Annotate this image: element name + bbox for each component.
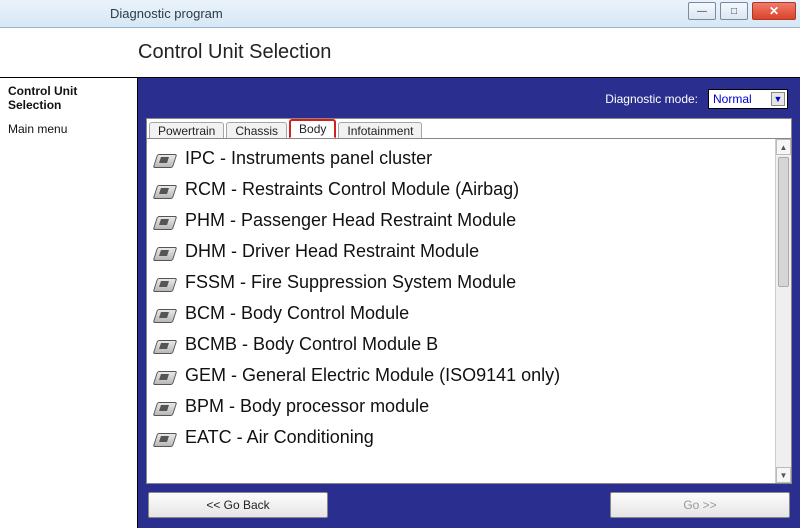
list-item-label: DHM - Driver Head Restraint Module [185, 241, 479, 262]
maximize-icon: □ [731, 6, 737, 17]
sidebar-title-line2: Selection [8, 98, 61, 112]
list-item[interactable]: BCMB - Body Control Module B [151, 329, 771, 360]
list-item[interactable]: BPM - Body processor module [151, 391, 771, 422]
list-item[interactable]: IPC - Instruments panel cluster [151, 143, 771, 174]
list-item-label: IPC - Instruments panel cluster [185, 148, 432, 169]
list-item-label: EATC - Air Conditioning [185, 427, 374, 448]
scroll-thumb[interactable] [778, 157, 789, 287]
go-back-button[interactable]: << Go Back [148, 492, 328, 518]
scroll-down-button[interactable]: ▼ [776, 467, 791, 483]
control-unit-list: IPC - Instruments panel cluster RCM - Re… [146, 138, 792, 484]
list-item[interactable]: DHM - Driver Head Restraint Module [151, 236, 771, 267]
list-item-label: BCMB - Body Control Module B [185, 334, 438, 355]
chip-icon [153, 367, 175, 385]
scrollbar[interactable]: ▲ ▼ [775, 139, 791, 483]
diagnostic-mode-value: Normal [713, 92, 752, 106]
list-item-label: GEM - General Electric Module (ISO9141 o… [185, 365, 560, 386]
list-item[interactable]: RCM - Restraints Control Module (Airbag) [151, 174, 771, 205]
window-title: Diagnostic program [110, 6, 223, 21]
list-viewport: IPC - Instruments panel cluster RCM - Re… [147, 139, 775, 483]
diagnostic-mode-select[interactable]: Normal ▼ [708, 89, 788, 109]
chip-icon [153, 212, 175, 230]
list-item[interactable]: EATC - Air Conditioning [151, 422, 771, 453]
sidebar: Control Unit Selection Main menu [0, 78, 138, 528]
list-item[interactable]: BCM - Body Control Module [151, 298, 771, 329]
sidebar-item-main-menu[interactable]: Main menu [8, 122, 129, 136]
window-titlebar: Diagnostic program — □ ✕ [0, 0, 800, 28]
chip-icon [153, 243, 175, 261]
tab-chassis[interactable]: Chassis [226, 122, 287, 139]
tab-infotainment[interactable]: Infotainment [338, 122, 422, 139]
maximize-button[interactable]: □ [720, 2, 748, 20]
main-panel: Diagnostic mode: Normal ▼ Powertrain Cha… [138, 78, 800, 528]
chip-icon [153, 305, 175, 323]
tab-body[interactable]: Body [289, 119, 336, 138]
chevron-down-icon: ▼ [771, 92, 785, 106]
chip-icon [153, 274, 175, 292]
chip-icon [153, 336, 175, 354]
go-button[interactable]: Go >> [610, 492, 790, 518]
list-item[interactable]: FSSM - Fire Suppression System Module [151, 267, 771, 298]
minimize-icon: — [697, 6, 707, 17]
list-item-label: BCM - Body Control Module [185, 303, 409, 324]
sidebar-title-line1: Control Unit [8, 84, 77, 98]
list-item[interactable]: GEM - General Electric Module (ISO9141 o… [151, 360, 771, 391]
footer: << Go Back Go >> [146, 484, 792, 520]
close-icon: ✕ [769, 4, 779, 18]
chip-icon [153, 150, 175, 168]
page-title: Control Unit Selection [138, 41, 331, 64]
sidebar-title: Control Unit Selection [8, 84, 129, 112]
tab-strip: Powertrain Chassis Body Infotainment [146, 118, 792, 138]
page-header: Control Unit Selection [0, 28, 800, 78]
list-item[interactable]: PHM - Passenger Head Restraint Module [151, 205, 771, 236]
close-button[interactable]: ✕ [752, 2, 796, 20]
list-item-label: BPM - Body processor module [185, 396, 429, 417]
list-item-label: RCM - Restraints Control Module (Airbag) [185, 179, 519, 200]
chip-icon [153, 429, 175, 447]
window-controls: — □ ✕ [688, 2, 796, 20]
list-item-label: PHM - Passenger Head Restraint Module [185, 210, 516, 231]
chip-icon [153, 181, 175, 199]
minimize-button[interactable]: — [688, 2, 716, 20]
scroll-up-button[interactable]: ▲ [776, 139, 791, 155]
list-item-label: FSSM - Fire Suppression System Module [185, 272, 516, 293]
diagnostic-mode-row: Diagnostic mode: Normal ▼ [146, 86, 792, 112]
tab-powertrain[interactable]: Powertrain [149, 122, 224, 139]
diagnostic-mode-label: Diagnostic mode: [605, 92, 698, 106]
chip-icon [153, 398, 175, 416]
